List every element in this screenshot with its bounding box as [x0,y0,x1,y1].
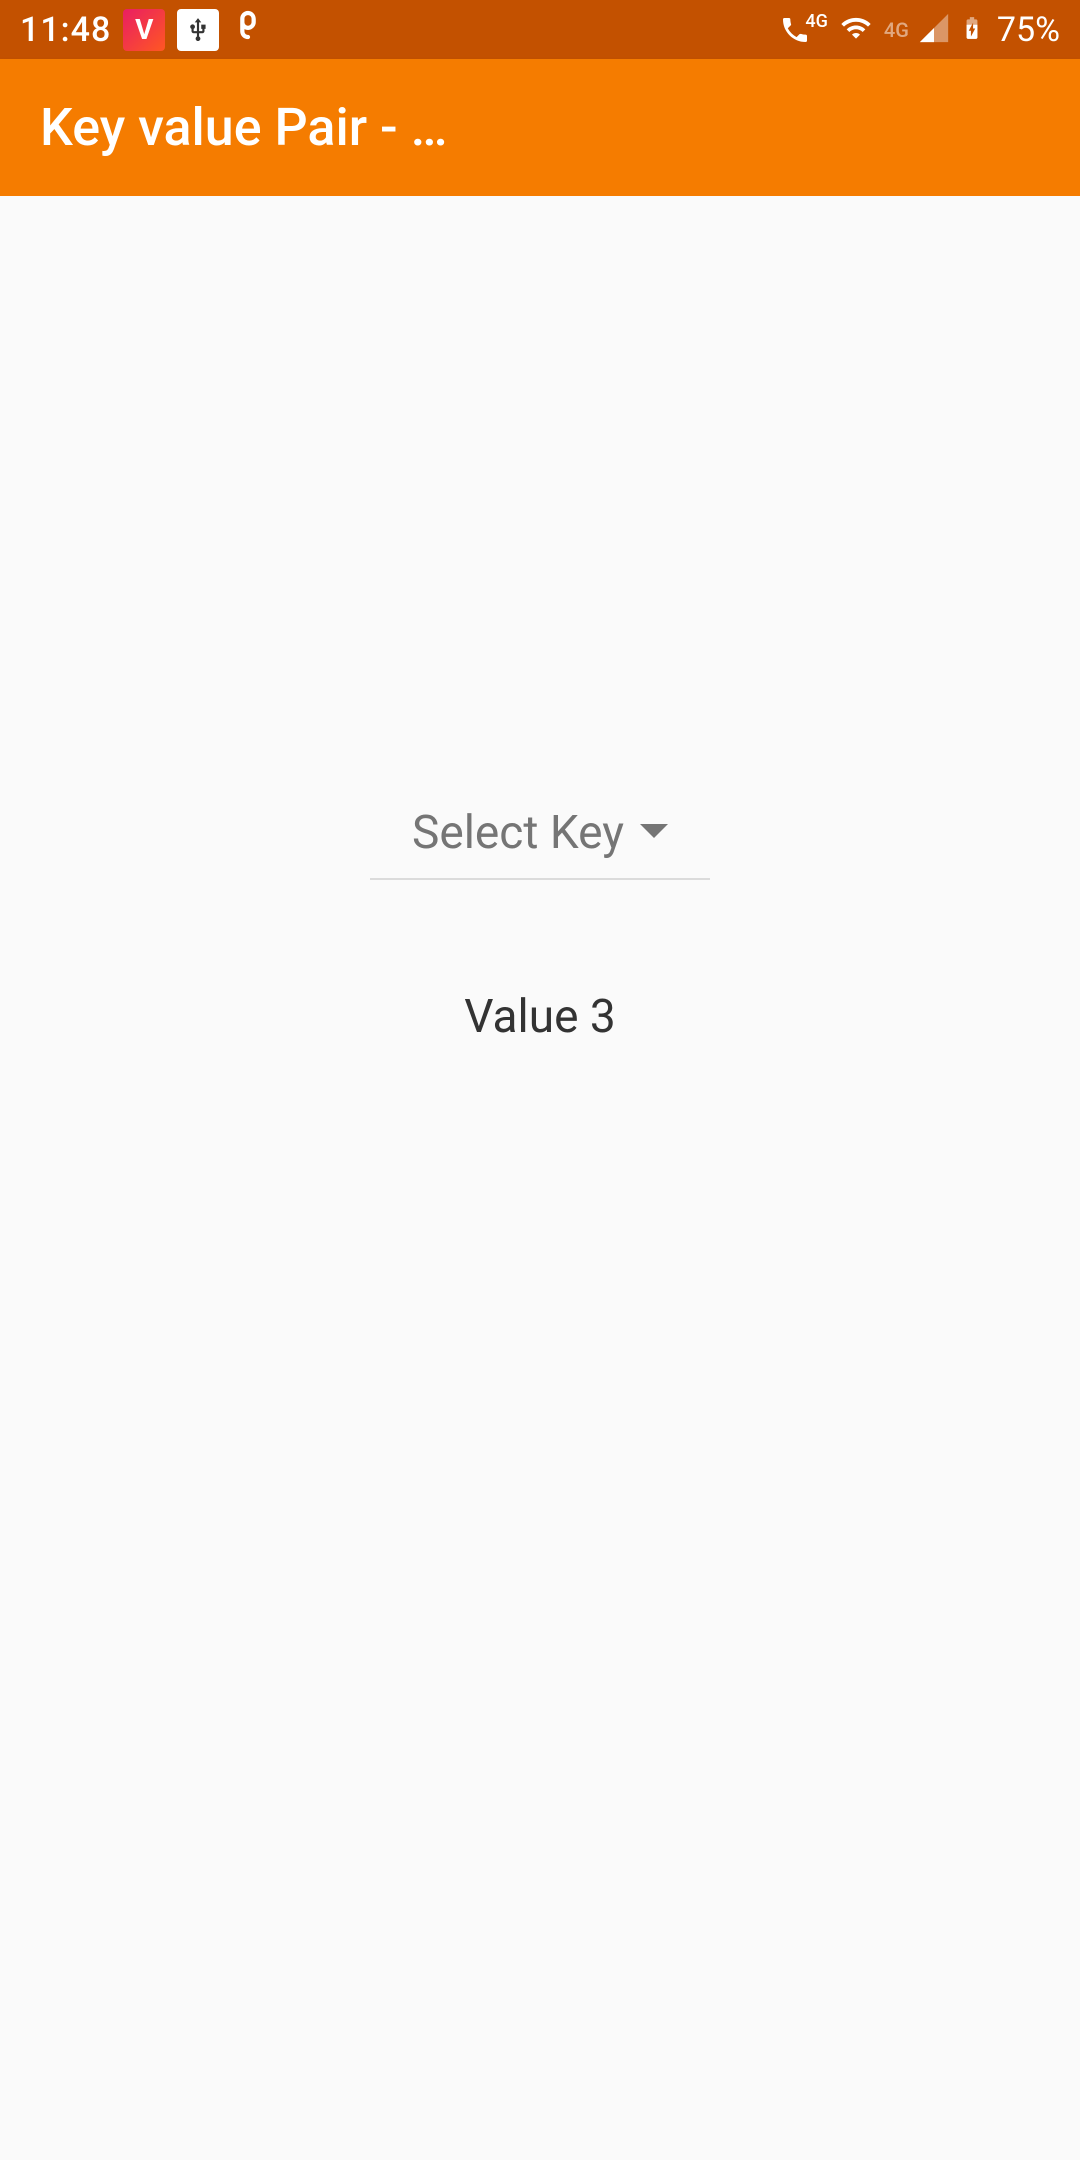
v-app-icon: V [123,9,165,51]
usb-icon [177,9,219,51]
wifi-icon [836,12,876,48]
status-bar: 11:48 V 4G 4G 75% [0,0,1080,59]
network-4g-label: 4G [884,18,909,42]
status-left: 11:48 V [20,8,265,51]
content-area: Select Key Value 3 [0,196,1080,2160]
battery-percentage: 75% [997,10,1060,50]
battery-charging-icon [959,10,985,50]
spinner-container: Select Key Value 3 [370,806,710,1044]
status-right: 4G 4G 75% [779,10,1060,50]
select-key-spinner[interactable]: Select Key [370,806,710,880]
value-display: Value 3 [464,990,615,1044]
signal-icon [917,11,951,49]
p-app-icon [231,8,265,51]
phone-4g-icon: 4G [779,14,828,46]
status-time: 11:48 [20,10,111,50]
app-bar: Key value Pair - … [0,59,1080,196]
spinner-label: Select Key [412,806,624,860]
app-title: Key value Pair - … [40,97,447,158]
chevron-down-icon [640,822,668,844]
